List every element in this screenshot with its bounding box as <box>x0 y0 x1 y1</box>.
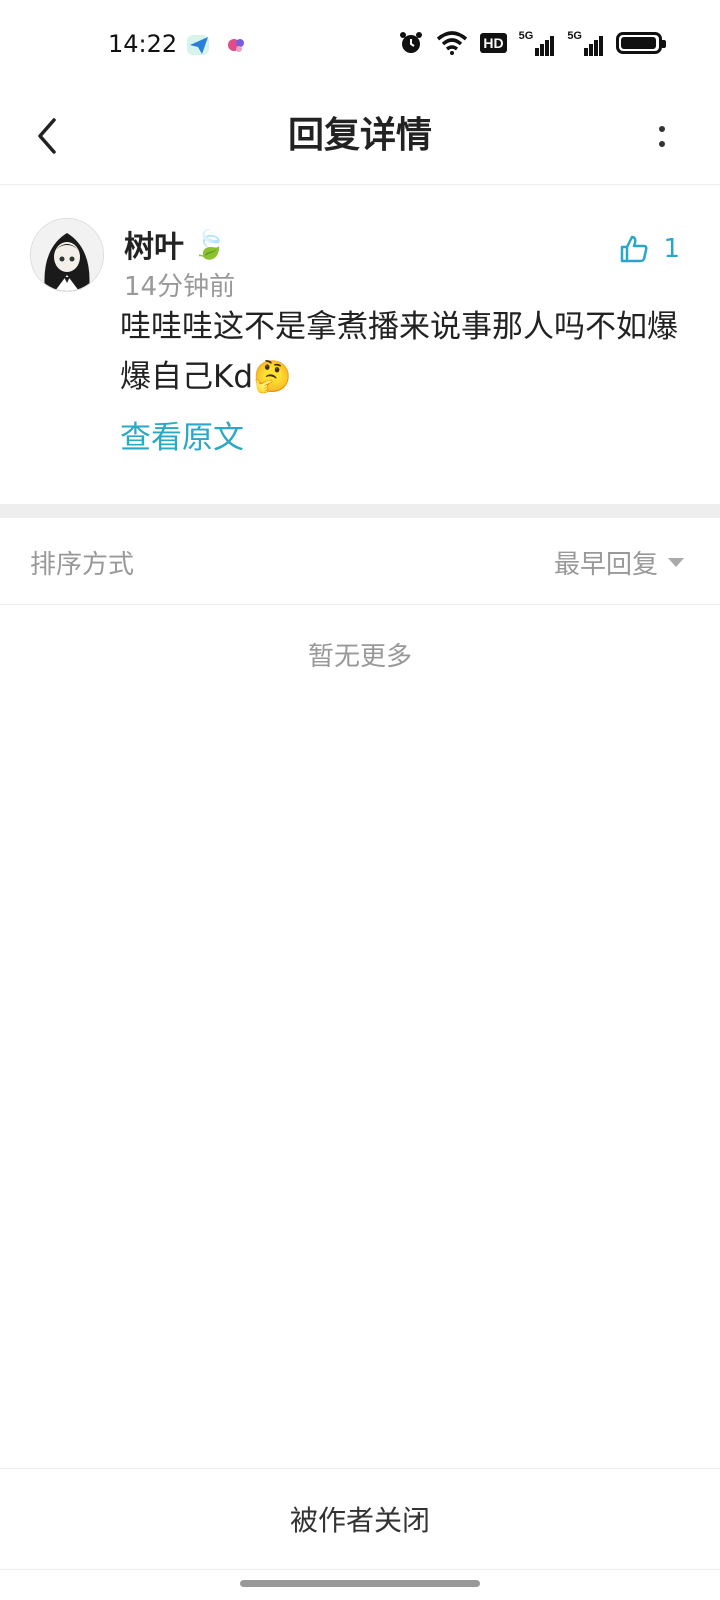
status-bar: 14:22 HD 5G 5G <box>0 0 720 90</box>
sort-label: 排序方式 <box>30 550 135 580</box>
username-text: 树叶 <box>124 230 184 265</box>
wifi-icon <box>437 31 468 55</box>
alarm-icon <box>400 32 423 53</box>
replies-closed-text: 被作者关闭 <box>289 1504 430 1537</box>
avatar-image <box>31 219 103 291</box>
signal-icon-1: 5G <box>519 30 556 56</box>
caret-down-icon <box>668 558 684 567</box>
nav-bar: 回复详情 <box>0 88 720 185</box>
comment-content: 哇哇哇这不是拿煮播来说事那人吗不如爆爆自己Kd🤔 <box>120 309 678 395</box>
signal-label-2: 5G <box>567 30 582 42</box>
system-icons: HD 5G 5G <box>398 30 666 56</box>
sort-bar: 排序方式 最早回复 <box>0 518 720 605</box>
footer-bar: 被作者关闭 <box>0 1468 720 1570</box>
signal-label-1: 5G <box>518 30 534 42</box>
more-vertical-icon <box>659 125 665 132</box>
more-button[interactable] <box>644 108 680 164</box>
view-original-link[interactable]: 查看原文 <box>120 412 244 457</box>
page-title: 回复详情 <box>287 115 432 156</box>
app-notification-icon <box>228 39 244 52</box>
battery-icon <box>616 32 666 54</box>
paper-plane-icon <box>187 35 209 55</box>
avatar[interactable] <box>30 218 104 292</box>
home-indicator[interactable] <box>240 1580 480 1587</box>
signal-icon-2: 5G <box>567 30 604 56</box>
signal-bars-icon <box>584 36 603 56</box>
hd-label: HD <box>480 33 507 53</box>
notification-icons <box>186 32 250 58</box>
like-button[interactable]: 1 <box>619 234 680 264</box>
thumbs-up-icon <box>621 235 648 263</box>
username[interactable]: 树叶 🍃 <box>124 222 227 266</box>
empty-state-text: 暂无更多 <box>307 642 412 672</box>
status-time: 14:22 <box>108 30 178 58</box>
comment-time: 14分钟前 <box>124 272 236 302</box>
sort-dropdown[interactable]: 最早回复 <box>554 544 684 581</box>
sort-selected-value: 最早回复 <box>553 550 658 580</box>
comment-card: 树叶 🍃 14分钟前 1 哇哇哇这不是拿煮播来说事那人吗不如爆爆自己Kd🤔 查看… <box>0 186 720 504</box>
hd-icon: HD <box>480 30 507 56</box>
leaf-icon: 🍃 <box>192 227 227 261</box>
signal-bars-icon <box>535 36 555 56</box>
section-divider <box>0 504 720 518</box>
like-count: 1 <box>663 234 680 264</box>
